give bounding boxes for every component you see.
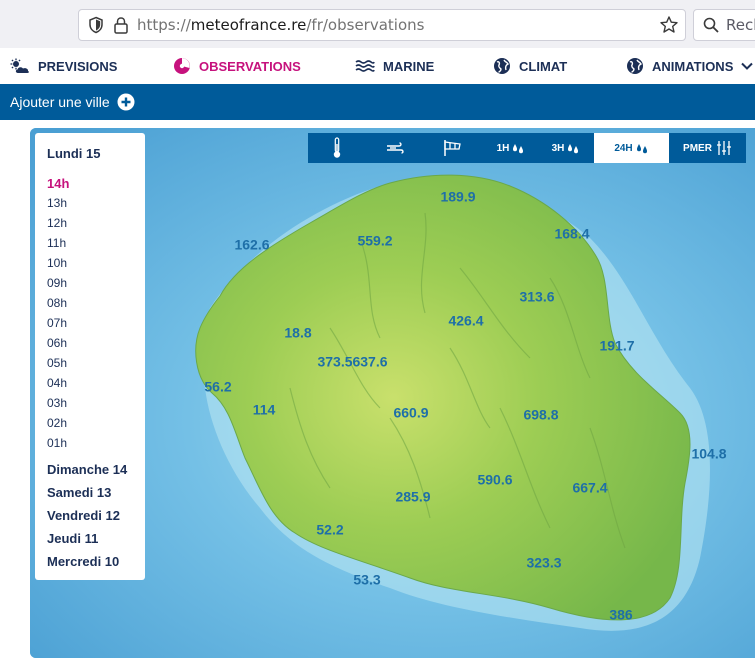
station-value[interactable]: 637.6	[352, 354, 387, 370]
hour-item[interactable]: 02h	[47, 416, 67, 430]
bookmark-star-icon[interactable]	[659, 15, 679, 35]
hour-item[interactable]: 06h	[47, 336, 67, 350]
station-value[interactable]: 667.4	[572, 480, 607, 496]
globe-icon	[627, 58, 643, 74]
browser-toolbar: https://meteofrance.re/fr/observations R…	[0, 0, 755, 49]
sliders-icon	[716, 141, 731, 155]
sun-cloud-icon	[10, 58, 29, 73]
hour-item[interactable]: 13h	[47, 196, 67, 210]
hour-item[interactable]: 10h	[47, 256, 67, 270]
search-placeholder: Rech	[726, 16, 755, 34]
add-city-label: Ajouter une ville	[10, 94, 110, 110]
plus-circle-icon	[117, 93, 135, 111]
station-value[interactable]: 18.8	[284, 325, 311, 341]
hour-item[interactable]: 11h	[47, 236, 66, 250]
globe-icon	[494, 58, 510, 74]
hour-item[interactable]: 08h	[47, 296, 67, 310]
hour-item[interactable]: 03h	[47, 396, 67, 410]
observations-icon	[174, 58, 190, 74]
station-value[interactable]: 386	[609, 607, 633, 623]
nav-label: ANIMATIONS	[652, 58, 734, 74]
shield-icon[interactable]	[87, 16, 105, 34]
main-nav: PREVISIONS OBSERVATIONS MARINE CLIMAT AN…	[0, 48, 755, 84]
hour-item[interactable]: 07h	[47, 316, 67, 330]
station-value[interactable]: 323.3	[526, 555, 561, 571]
hour-item[interactable]: 09h	[47, 276, 67, 290]
station-value[interactable]: 191.7	[599, 338, 634, 354]
nav-label: OBSERVATIONS	[199, 58, 301, 74]
station-value[interactable]: 373.5	[317, 354, 352, 370]
station-value[interactable]: 162.6	[234, 237, 269, 253]
waves-icon	[355, 60, 375, 72]
station-value[interactable]: 698.8	[523, 407, 558, 423]
day-item[interactable]: Mercredi 10	[47, 554, 119, 569]
windsock-icon	[444, 140, 461, 156]
hour-item[interactable]: 12h	[47, 216, 67, 230]
hour-item[interactable]: 01h	[47, 436, 67, 450]
chevron-down-icon	[741, 62, 754, 70]
pmer-label: PMER	[683, 142, 712, 154]
nav-observations[interactable]: OBSERVATIONS	[173, 48, 301, 84]
pmer-button[interactable]: PMER	[669, 133, 746, 163]
station-value[interactable]: 114	[253, 402, 276, 418]
station-value[interactable]: 660.9	[393, 405, 428, 421]
thermometer-icon	[333, 137, 341, 158]
url-scheme: https://	[137, 16, 191, 34]
url-host: meteofrance.re	[190, 16, 307, 34]
gusts-button[interactable]	[424, 133, 482, 163]
hour-item[interactable]: 04h	[47, 376, 67, 390]
nav-climat[interactable]: CLIMAT	[493, 48, 567, 84]
rain-3h-button[interactable]: 3H	[540, 133, 592, 163]
station-value[interactable]: 590.6	[477, 472, 512, 488]
timeline-panel: Lundi 15 14h 13h 12h 11h 10h 09h 08h 07h…	[35, 133, 145, 580]
add-city-button[interactable]: Ajouter une ville	[10, 84, 135, 120]
nav-label: MARINE	[383, 58, 435, 74]
day-item[interactable]: Samedi 13	[47, 485, 111, 500]
raindrops-icon	[513, 144, 524, 154]
hour-item[interactable]: 05h	[47, 356, 67, 370]
layer-toolbar: 1H 3H 24H PMER	[308, 133, 746, 163]
rain-24h-label: 24H	[614, 142, 633, 154]
nav-label: PREVISIONS	[38, 58, 118, 74]
station-value[interactable]: 168.4	[554, 226, 589, 242]
city-bar: Ajouter une ville	[0, 84, 755, 120]
address-bar[interactable]: https://meteofrance.re/fr/observations	[78, 9, 686, 41]
search-bar[interactable]: Rech	[693, 9, 755, 41]
station-value[interactable]: 189.9	[440, 189, 475, 205]
station-value[interactable]: 53.3	[353, 572, 380, 588]
nav-previsions[interactable]: PREVISIONS	[10, 48, 117, 84]
station-value[interactable]: 285.9	[395, 489, 430, 505]
day-current[interactable]: Lundi 15	[47, 146, 100, 161]
wind-icon	[387, 142, 404, 154]
temperature-button[interactable]	[308, 133, 366, 163]
url-text[interactable]: https://meteofrance.re/fr/observations	[137, 16, 424, 34]
station-value[interactable]: 104.8	[691, 446, 726, 462]
station-value[interactable]: 426.4	[448, 313, 483, 329]
nav-marine[interactable]: MARINE	[355, 48, 434, 84]
search-icon	[703, 17, 719, 33]
day-item[interactable]: Dimanche 14	[47, 462, 127, 477]
url-path: /fr/observations	[306, 16, 425, 34]
hour-item-selected[interactable]: 14h	[47, 176, 69, 191]
nav-animations[interactable]: ANIMATIONS	[626, 48, 754, 84]
wind-button[interactable]	[366, 133, 424, 163]
lock-icon[interactable]	[113, 16, 129, 34]
rain-1h-label: 1H	[496, 142, 510, 154]
day-item[interactable]: Jeudi 11	[47, 531, 98, 546]
day-item[interactable]: Vendredi 12	[47, 508, 120, 523]
station-value[interactable]: 56.2	[204, 379, 231, 395]
rain-3h-label: 3H	[551, 142, 565, 154]
rain-1h-button[interactable]: 1H	[482, 133, 540, 163]
nav-label: CLIMAT	[519, 58, 568, 74]
raindrops-icon	[636, 144, 647, 154]
station-value[interactable]: 313.6	[519, 289, 554, 305]
rain-24h-button[interactable]: 24H	[594, 133, 669, 163]
raindrops-icon	[568, 144, 579, 154]
station-value[interactable]: 52.2	[316, 522, 343, 538]
station-value[interactable]: 559.2	[357, 233, 392, 249]
